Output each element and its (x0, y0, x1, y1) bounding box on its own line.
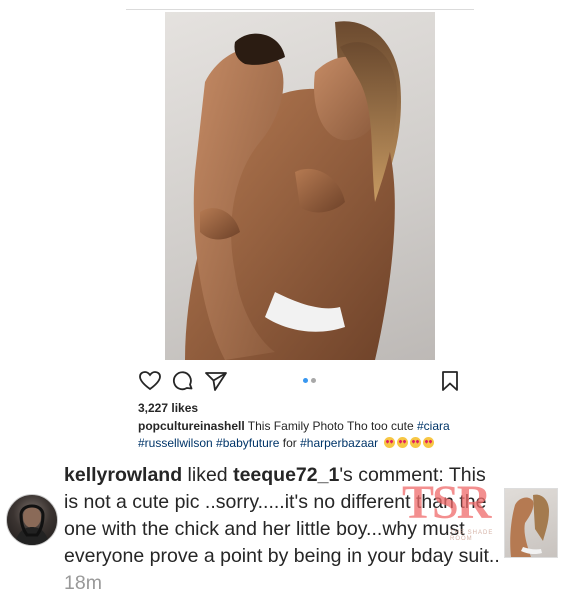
bookmark-icon[interactable] (438, 369, 462, 393)
hashtag-russellwilson[interactable]: #russellwilson (138, 436, 213, 450)
activity-notification[interactable]: kellyrowland liked teeque72_1's comment:… (0, 460, 576, 594)
activity-time: 18m (64, 572, 102, 594)
activity-target[interactable]: teeque72_1 (233, 464, 339, 486)
heart-icon[interactable] (138, 369, 162, 393)
hashtag-ciara[interactable]: #ciara (417, 419, 450, 433)
likes-count[interactable]: 3,227 likes (138, 401, 198, 415)
avatar[interactable] (6, 494, 58, 546)
carousel-indicator (303, 378, 323, 384)
post-actions (138, 369, 462, 393)
comment-icon[interactable] (171, 369, 195, 393)
caption-username[interactable]: popcultureinashell (138, 419, 245, 433)
caption-connector: for (279, 436, 301, 450)
heart-eyes-emoji (396, 437, 408, 448)
activity-suffix: 's comment: (339, 464, 444, 486)
caption-text: This Family Photo Tho too cute (244, 419, 417, 433)
activity-actor[interactable]: kellyrowland (64, 464, 182, 486)
post-thumbnail[interactable] (504, 488, 558, 558)
hashtag-babyfuture[interactable]: #babyfuture (216, 436, 279, 450)
activity-action: liked (182, 464, 234, 486)
instagram-post: 3,227 likes popcultureinashell This Fami… (126, 0, 474, 458)
heart-eyes-emoji (409, 437, 421, 448)
hashtag-harperbazaar[interactable]: #harperbazaar (300, 436, 378, 450)
carousel-dot-active (303, 378, 308, 383)
post-photo[interactable] (165, 12, 435, 360)
activity-text: kellyrowland liked teeque72_1's comment:… (64, 462, 504, 597)
carousel-dot (311, 378, 316, 383)
family-photo-illustration (185, 21, 401, 360)
divider (126, 9, 474, 10)
heart-eyes-emoji (383, 437, 395, 448)
share-icon[interactable] (204, 369, 228, 393)
heart-eyes-emoji (422, 437, 434, 448)
post-caption: popcultureinashell This Family Photo Tho… (138, 418, 468, 452)
